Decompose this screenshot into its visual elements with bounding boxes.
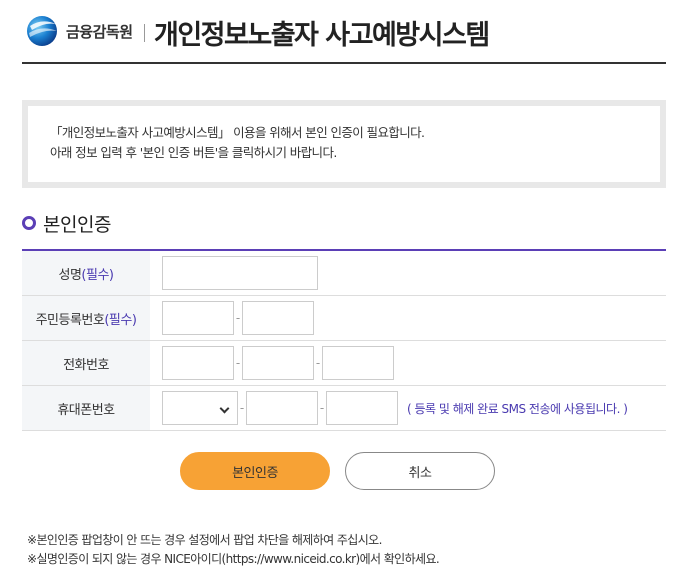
rrn-back-input[interactable] — [242, 301, 314, 335]
circle-bullet-icon — [22, 216, 36, 230]
rrn-front-input[interactable] — [162, 301, 234, 335]
section-heading: 본인인증 — [22, 210, 111, 236]
required-tag: (필수) — [104, 312, 137, 328]
phone-input-3[interactable] — [322, 346, 394, 380]
separator: - — [315, 356, 321, 370]
mobile-label: 휴대폰번호 — [22, 386, 150, 430]
auth-button[interactable]: 본인인증 — [180, 452, 330, 490]
notice-box: 「개인정보노출자 사고예방시스템」 이용을 위해서 본인 인증이 필요합니다. … — [22, 100, 666, 188]
rrn-label: 주민등록번호 (필수) — [22, 296, 150, 340]
footer-notes: ※본인인증 팝업창이 안 뜨는 경우 설정에서 팝업 차단을 해제하여 주십시오… — [27, 531, 440, 569]
form-row-phone: 전화번호 - - — [22, 341, 666, 386]
required-tag: (필수) — [81, 267, 114, 283]
page-header: 금융감독원 개인정보노출자 사고예방시스템 — [22, 8, 666, 64]
header-divider — [144, 24, 145, 42]
note-line-2: ※실명인증이 되지 않는 경우 NICE아이디(https://www.nice… — [27, 552, 440, 566]
note-line-1: ※본인인증 팝업창이 안 뜨는 경우 설정에서 팝업 차단을 해제하여 주십시오… — [27, 533, 382, 547]
phone-input-2[interactable] — [242, 346, 314, 380]
name-label: 성명 (필수) — [22, 251, 150, 295]
phone-label: 전화번호 — [22, 341, 150, 385]
mobile-input-2[interactable] — [246, 391, 318, 425]
auth-form: 성명 (필수) 주민등록번호 (필수) - 전화번호 - - 휴대폰번호 - -… — [22, 249, 666, 431]
mobile-input-3[interactable] — [326, 391, 398, 425]
cancel-button[interactable]: 취소 — [345, 452, 495, 490]
separator: - — [235, 356, 241, 370]
form-row-rrn: 주민등록번호 (필수) - — [22, 296, 666, 341]
mobile-prefix-select[interactable] — [162, 391, 238, 425]
name-input[interactable] — [162, 256, 318, 290]
separator: - — [235, 311, 241, 325]
notice-line-2: 아래 정보 입력 후 '본인 인증 버튼'을 클릭하시기 바랍니다. — [50, 145, 337, 160]
separator: - — [319, 401, 325, 415]
fss-logo-icon — [27, 16, 57, 46]
sms-note: ( 등록 및 해제 완료 SMS 전송에 사용됩니다. ) — [407, 401, 628, 416]
separator: - — [239, 401, 245, 415]
org-name: 금융감독원 — [66, 23, 133, 41]
form-row-name: 성명 (필수) — [22, 251, 666, 296]
form-row-mobile: 휴대폰번호 - - ( 등록 및 해제 완료 SMS 전송에 사용됩니다. ) — [22, 386, 666, 431]
page-title: 개인정보노출자 사고예방시스템 — [154, 20, 490, 51]
chevron-down-icon — [219, 403, 230, 414]
notice-line-1: 「개인정보노출자 사고예방시스템」 이용을 위해서 본인 인증이 필요합니다. — [50, 125, 425, 140]
section-title: 본인인증 — [43, 213, 111, 236]
phone-input-1[interactable] — [162, 346, 234, 380]
